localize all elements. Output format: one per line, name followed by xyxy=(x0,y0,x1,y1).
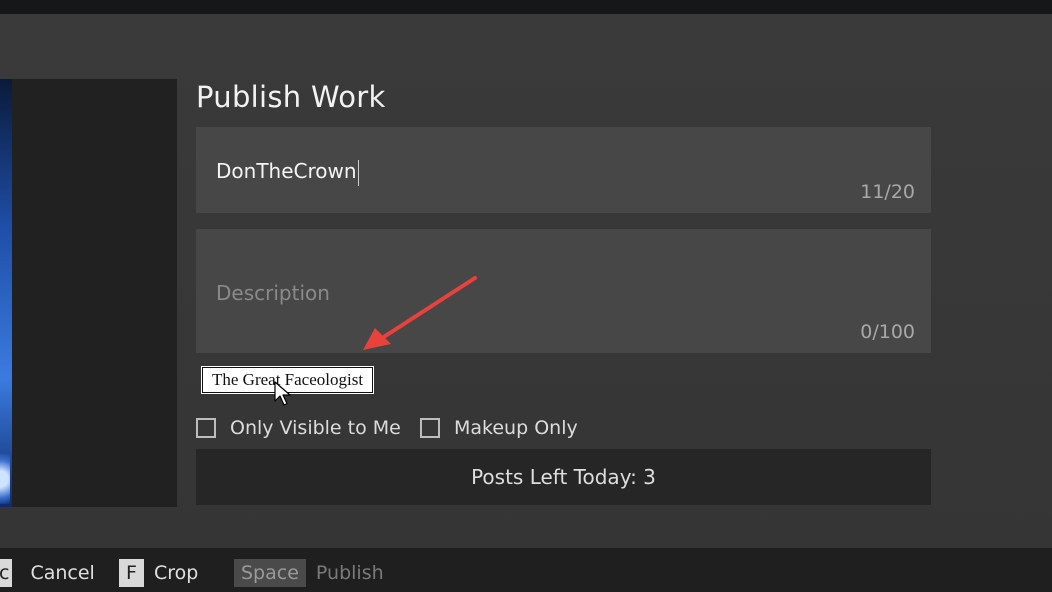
key-hints-bar: c Cancel F Crop Space Publish xyxy=(0,548,1052,592)
text-caret xyxy=(357,159,359,186)
crop-hint[interactable]: F Crop xyxy=(119,559,198,587)
description-char-count: 0/100 xyxy=(860,321,915,343)
cancel-key: c xyxy=(0,559,13,587)
description-placeholder: Description xyxy=(216,281,330,305)
name-field[interactable]: DonTheCrown 11/20 xyxy=(196,127,931,213)
makeup-only-option[interactable]: Makeup Only xyxy=(420,415,578,441)
cancel-label: Cancel xyxy=(30,562,95,584)
publish-key: Space xyxy=(234,559,306,587)
image-preview xyxy=(0,79,177,507)
red-arrow-annotation-icon xyxy=(363,276,477,350)
top-backdrop xyxy=(0,0,1052,14)
only-visible-label: Only Visible to Me xyxy=(230,417,401,439)
only-visible-checkbox[interactable] xyxy=(196,418,216,438)
makeup-only-label: Makeup Only xyxy=(454,417,578,439)
publish-hint[interactable]: Space Publish xyxy=(234,559,384,587)
preview-highlight xyxy=(0,454,10,504)
description-field[interactable]: Description 0/100 xyxy=(196,229,931,353)
name-char-count: 11/20 xyxy=(860,181,915,203)
makeup-only-checkbox[interactable] xyxy=(420,418,440,438)
publish-label: Publish xyxy=(315,562,384,584)
mouse-pointer-icon xyxy=(274,381,291,406)
only-visible-option[interactable]: Only Visible to Me xyxy=(196,415,401,441)
posts-left-button[interactable]: Posts Left Today: 3 xyxy=(196,449,931,505)
crop-label: Crop xyxy=(153,562,199,584)
preview-image-edge xyxy=(0,79,12,507)
posts-left-text: Posts Left Today: 3 xyxy=(471,465,656,489)
page-title: Publish Work xyxy=(196,80,386,114)
name-text: DonTheCrown xyxy=(216,159,357,183)
crop-key: F xyxy=(119,559,144,587)
cancel-hint[interactable]: c Cancel xyxy=(0,559,95,587)
name-input-value[interactable]: DonTheCrown xyxy=(216,159,359,186)
